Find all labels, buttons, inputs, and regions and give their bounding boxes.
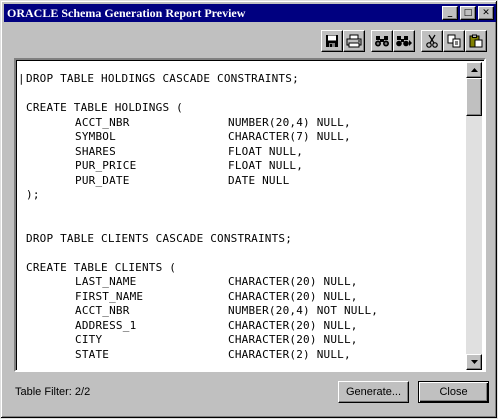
column-type: CHARACTER(20) NULL,	[228, 289, 358, 303]
column-name: CITY	[75, 333, 103, 346]
column-name: LAST_NAME	[75, 275, 137, 288]
cut-button[interactable]	[421, 30, 443, 52]
printer-icon	[346, 34, 362, 48]
column-type: FLOAT NULL,	[228, 159, 304, 172]
code-line: SHARES FLOAT NULL,	[18, 145, 470, 160]
statement-text: DROP TABLE HOLDINGS CASCADE CONSTRAINTS;	[26, 72, 299, 85]
find-button[interactable]	[371, 30, 393, 52]
column-name: STATE	[75, 347, 110, 361]
code-line: FIRST_NAME CHARACTER(20) NULL,	[18, 290, 470, 305]
column-name: PUR_PRICE	[75, 159, 137, 172]
text-cursor: |	[18, 72, 25, 85]
code-line: PUR_PRICE FLOAT NULL,	[18, 159, 470, 174]
generate-button[interactable]: Generate...	[338, 381, 409, 403]
column-type: CHARACTER(20) NULL,	[228, 318, 358, 332]
code-line: DROP TABLE CLIENTS CASCADE CONSTRAINTS;	[18, 232, 470, 247]
column-name: SHARES	[75, 144, 116, 158]
code-line: ADDRESS_1 CHARACTER(20) NULL,	[18, 319, 470, 334]
table-filter-status: Table Filter: 2/2	[15, 386, 91, 398]
report-preview-text[interactable]: |DROP TABLE HOLDINGS CASCADE CONSTRAINTS…	[14, 58, 486, 372]
save-button[interactable]	[321, 30, 343, 52]
copy-icon	[447, 34, 460, 48]
column-type: CHARACTER(7) NULL,	[228, 130, 351, 143]
code-line: SYMBOL CHARACTER(7) NULL,	[18, 130, 470, 145]
code-line: STATE CHARACTER(2) NULL,	[18, 348, 470, 363]
scissors-icon	[426, 34, 438, 48]
copy-button[interactable]	[443, 30, 465, 52]
arrow-down-icon	[470, 360, 478, 364]
code-line: CREATE TABLE HOLDINGS (	[18, 101, 470, 116]
close-window-button[interactable]: ✕	[478, 6, 494, 20]
column-type: NUMBER(20,4) NULL,	[228, 115, 351, 129]
statement-text: DROP TABLE CLIENTS CASCADE CONSTRAINTS;	[26, 231, 293, 245]
column-name: FIRST_NAME	[75, 289, 144, 303]
file-tool-group	[321, 30, 365, 52]
close-button[interactable]: Close	[418, 381, 489, 403]
arrow-up-icon	[470, 68, 478, 72]
code-line: PUR_DATE DATE NULL	[18, 174, 470, 189]
title-bar[interactable]: ORACLE Schema Generation Report Preview …	[4, 4, 496, 22]
column-name: PUR_DATE	[75, 173, 130, 187]
scroll-up-button[interactable]	[466, 62, 482, 78]
paste-icon	[469, 34, 482, 48]
maximize-button[interactable]: □	[460, 6, 476, 20]
column-type: DATE NULL	[228, 173, 290, 187]
paste-button[interactable]	[465, 30, 487, 52]
toolbar	[315, 30, 487, 52]
print-button[interactable]	[343, 30, 365, 52]
close-icon: ✕	[482, 7, 490, 18]
window-controls: _ □ ✕	[442, 6, 494, 20]
column-type: CHARACTER(20) NULL,	[228, 275, 358, 288]
scroll-down-button[interactable]	[466, 354, 482, 370]
maximize-icon: □	[463, 7, 473, 18]
statement-text: CREATE TABLE HOLDINGS (	[26, 101, 183, 114]
column-type: FLOAT NULL,	[228, 144, 304, 158]
find-next-button[interactable]	[393, 30, 415, 52]
vertical-scrollbar[interactable]	[466, 62, 482, 370]
report-preview-window: ORACLE Schema Generation Report Preview …	[0, 0, 498, 419]
column-type: NUMBER(20,4) NOT NULL,	[228, 304, 379, 317]
code-line: );	[18, 188, 470, 203]
close-button-label: Close	[439, 386, 468, 398]
edit-tool-group	[421, 30, 487, 52]
binoculars-icon	[375, 36, 389, 47]
column-name: ACCT_NBR	[75, 304, 130, 317]
find-tool-group	[371, 30, 415, 52]
code-line: ACCT_NBR NUMBER(20,4) NOT NULL,	[18, 304, 470, 319]
code-line: |DROP TABLE HOLDINGS CASCADE CONSTRAINTS…	[18, 72, 470, 87]
code-line: CITY CHARACTER(20) NULL,	[18, 333, 470, 348]
code-line: LAST_NAME CHARACTER(20) NULL,	[18, 275, 470, 290]
statement-text: );	[26, 188, 40, 201]
code-line: ACCT_NBR NUMBER(20,4) NULL,	[18, 116, 470, 131]
code-line: CREATE TABLE CLIENTS (	[18, 261, 470, 276]
column-type: CHARACTER(20) NULL,	[228, 333, 358, 346]
column-name: ADDRESS_1	[75, 318, 137, 332]
binoculars-next-icon	[396, 36, 412, 47]
sql-script: |DROP TABLE HOLDINGS CASCADE CONSTRAINTS…	[18, 62, 470, 370]
generate-button-label: Generate...	[345, 386, 402, 398]
floppy-disk-icon	[326, 35, 338, 47]
column-name: ACCT_NBR	[75, 115, 130, 129]
minimize-button[interactable]: _	[442, 6, 458, 20]
column-name: SYMBOL	[75, 130, 116, 143]
column-type: CHARACTER(2) NULL,	[228, 347, 351, 361]
statement-text: CREATE TABLE CLIENTS (	[26, 260, 177, 274]
window-title: ORACLE Schema Generation Report Preview	[7, 5, 246, 20]
minimize-icon: _	[447, 7, 453, 18]
scroll-thumb[interactable]	[466, 78, 482, 116]
